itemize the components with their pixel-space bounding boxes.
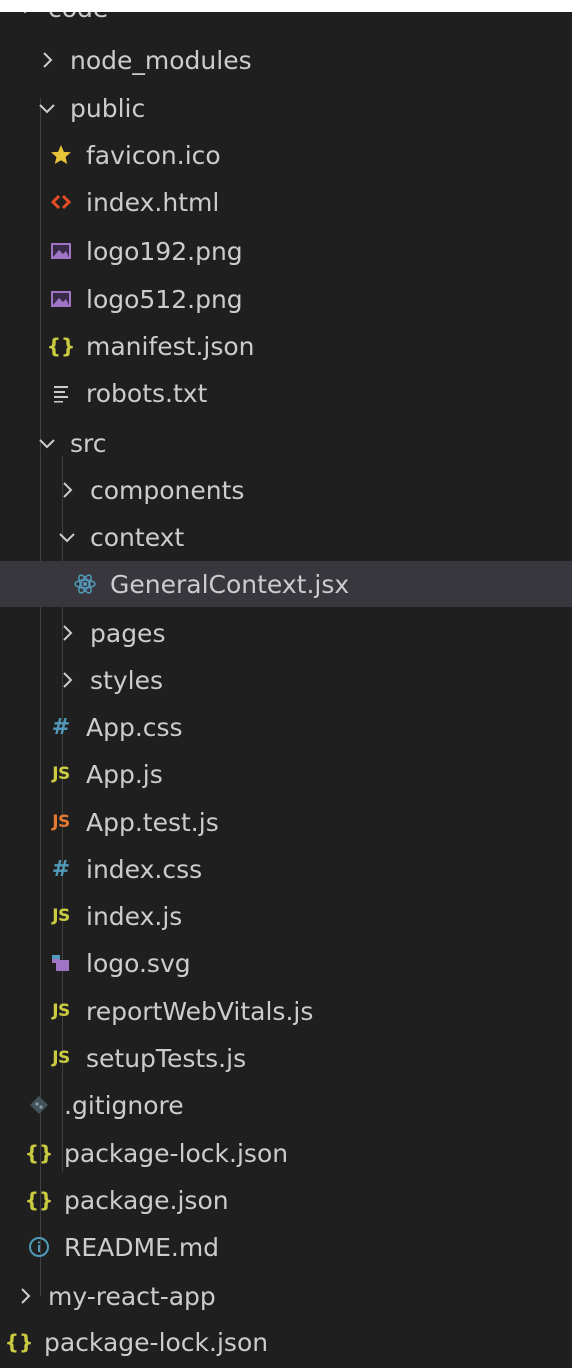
tree-item-my-react-app[interactable]: my-react-app	[0, 1273, 574, 1319]
tree-item-manifest[interactable]: {} manifest.json	[0, 323, 574, 369]
javascript-icon: JS	[52, 764, 70, 784]
tree-item-public[interactable]: public	[0, 85, 574, 131]
tree-item-src[interactable]: src	[0, 420, 574, 466]
json-braces-icon: {}	[46, 334, 76, 358]
tree-item-label: styles	[90, 665, 163, 695]
tree-item-index-css[interactable]: # index.css	[0, 846, 574, 892]
tree-item-label: .gitignore	[64, 1090, 184, 1120]
tree-item-package-lock[interactable]: {} package-lock.json	[0, 1130, 574, 1176]
javascript-icon: JS	[52, 1048, 70, 1068]
tree-item-label: logo.svg	[86, 948, 191, 978]
tree-item-gitignore[interactable]: .gitignore	[0, 1082, 574, 1128]
json-braces-icon: {}	[4, 1330, 34, 1354]
chevron-down-icon	[36, 432, 58, 454]
tree-item-label: logo512.png	[86, 284, 243, 314]
javascript-test-icon: JS	[52, 812, 70, 832]
tree-item-label: package.json	[64, 1185, 229, 1215]
chevron-right-icon	[36, 49, 58, 71]
tree-item-favicon[interactable]: favicon.ico	[0, 132, 574, 178]
tree-item-code[interactable]: code	[0, 12, 574, 31]
tree-item-label: App.css	[86, 712, 183, 742]
image-icon	[48, 238, 74, 264]
tree-item-label: logo192.png	[86, 236, 243, 266]
tree-item-label: public	[70, 93, 146, 123]
chevron-right-icon	[14, 1285, 36, 1307]
tree-item-label: App.js	[86, 759, 163, 789]
chevron-right-icon	[56, 479, 78, 501]
tree-item-label: src	[70, 428, 107, 458]
css-hash-icon: #	[51, 714, 71, 740]
tree-item-logo192[interactable]: logo192.png	[0, 228, 574, 274]
tree-item-label: my-react-app	[48, 1281, 216, 1311]
tree-item-logo-svg[interactable]: logo.svg	[0, 940, 574, 986]
tree-item-label: node_modules	[70, 45, 252, 75]
tree-item-label: components	[90, 475, 245, 505]
tree-item-general-context[interactable]: GeneralContext.jsx	[0, 561, 574, 607]
git-icon	[26, 1092, 52, 1118]
tree-item-label: index.html	[86, 187, 220, 217]
tree-item-index-html[interactable]: index.html	[0, 179, 574, 225]
image-icon	[48, 286, 74, 312]
tree-item-context[interactable]: context	[0, 514, 574, 560]
svg-file-icon	[48, 950, 74, 976]
tree-item-label: index.css	[86, 854, 203, 884]
tree-item-label: setupTests.js	[86, 1043, 247, 1073]
tree-item-node-modules[interactable]: node_modules	[0, 37, 574, 83]
tree-item-label: robots.txt	[86, 378, 208, 408]
tree-item-label: pages	[90, 618, 166, 648]
text-lines-icon	[48, 380, 74, 406]
chevron-right-icon	[56, 622, 78, 644]
tree-item-label: package-lock.json	[44, 1327, 269, 1357]
json-braces-icon: {}	[24, 1141, 54, 1165]
tree-item-label: index.js	[86, 901, 183, 931]
tree-item-package-json[interactable]: {} package.json	[0, 1177, 574, 1223]
tree-item-label: manifest.json	[86, 331, 255, 361]
tree-item-label: reportWebVitals.js	[86, 996, 314, 1026]
tree-item-app-css[interactable]: # App.css	[0, 704, 574, 750]
tree-item-styles[interactable]: styles	[0, 657, 574, 703]
tree-item-label: package-lock.json	[64, 1138, 289, 1168]
javascript-icon: JS	[52, 1001, 70, 1021]
window-edge	[572, 0, 578, 1368]
json-braces-icon: {}	[24, 1188, 54, 1212]
chevron-down-icon	[14, 12, 36, 19]
chevron-right-icon	[56, 669, 78, 691]
star-icon	[48, 142, 74, 168]
tree-item-label: App.test.js	[86, 807, 219, 837]
tree-item-package-lock-root[interactable]: {} package-lock.json	[0, 1319, 574, 1365]
tree-item-logo512[interactable]: logo512.png	[0, 276, 574, 322]
tree-item-label: README.md	[64, 1232, 220, 1262]
tree-item-label: context	[90, 522, 185, 552]
tree-item-app-js[interactable]: JS App.js	[0, 751, 574, 797]
tree-item-label: favicon.ico	[86, 140, 221, 170]
tree-item-setup-tests[interactable]: JS setupTests.js	[0, 1035, 574, 1081]
html-code-icon	[48, 189, 74, 215]
react-icon	[72, 571, 98, 597]
file-explorer: code node_modules public favicon.ico ind…	[0, 12, 576, 1368]
info-icon	[26, 1234, 52, 1260]
tree-item-label: code	[48, 12, 108, 23]
javascript-icon: JS	[52, 906, 70, 926]
chevron-down-icon	[56, 526, 78, 548]
tree-item-index-js[interactable]: JS index.js	[0, 893, 574, 939]
tree-item-label: GeneralContext.jsx	[110, 569, 350, 599]
css-hash-icon: #	[51, 856, 71, 882]
tree-item-readme[interactable]: README.md	[0, 1224, 574, 1270]
tree-item-pages[interactable]: pages	[0, 610, 574, 656]
chevron-down-icon	[36, 97, 58, 119]
tree-item-components[interactable]: components	[0, 467, 574, 513]
tree-item-app-test[interactable]: JS App.test.js	[0, 799, 574, 845]
tree-item-report-web-vitals[interactable]: JS reportWebVitals.js	[0, 988, 574, 1034]
tree-item-robots[interactable]: robots.txt	[0, 370, 574, 416]
